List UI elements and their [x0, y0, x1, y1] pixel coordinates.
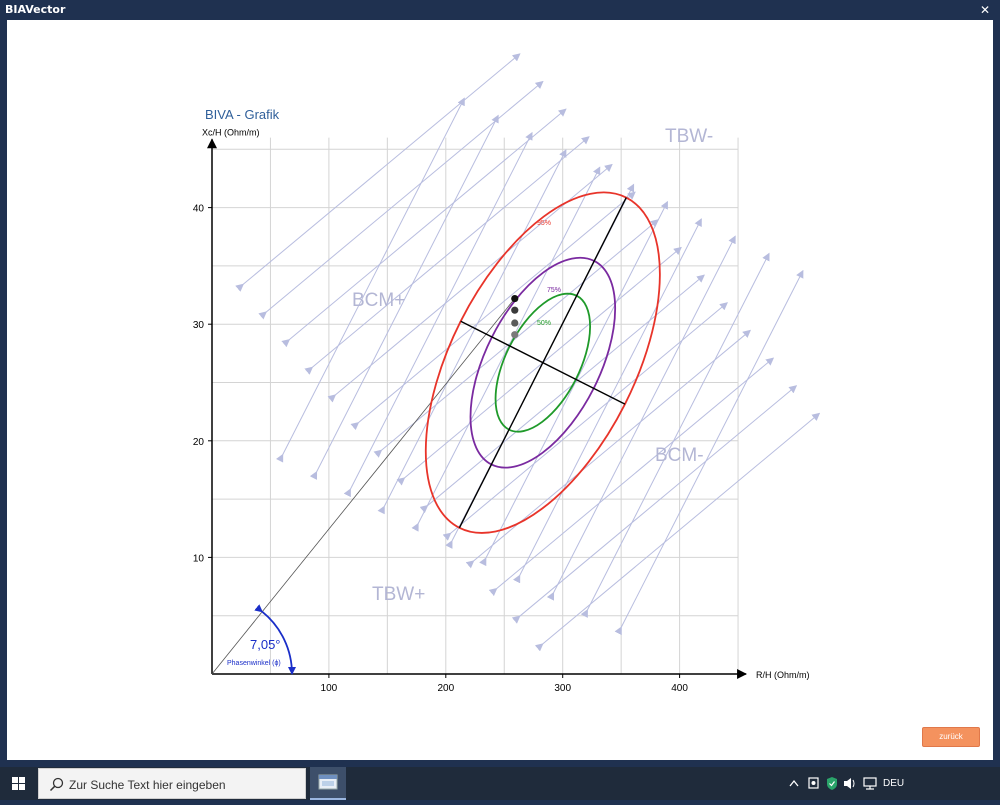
windows-start-button[interactable]	[0, 767, 36, 800]
x-tick-label: 100	[321, 683, 338, 694]
search-icon	[49, 777, 64, 792]
title-bar: BIAVector ✕	[0, 0, 1000, 20]
tbw-field-arrow	[275, 97, 465, 463]
x-tick-label: 300	[554, 683, 571, 694]
y-tick-label: 20	[193, 437, 205, 448]
chevron-up-icon[interactable]	[787, 767, 801, 800]
tolerance-ellipse-label: 75%	[547, 287, 561, 294]
data-point	[511, 306, 519, 314]
tolerance-ellipse-label: 50%	[537, 320, 551, 327]
windows-logo-icon	[12, 777, 25, 790]
x-tick-label: 200	[437, 683, 454, 694]
x-axis-label: R/H (Ohm/m)	[756, 670, 810, 680]
bcm-field-arrow	[235, 53, 521, 292]
quadrant-label: BCM-	[655, 445, 704, 466]
tolerance-ellipse-label: 95%	[537, 220, 551, 227]
quadrant-label: BCM+	[352, 290, 405, 311]
taskbar-app-biavector[interactable]	[310, 767, 346, 800]
data-point	[511, 331, 519, 339]
bcm-field-arrow	[373, 219, 659, 458]
quadrant-label: TBW+	[372, 584, 425, 605]
back-button[interactable]: zurück	[922, 727, 980, 747]
chart-title: BIVA - Grafik	[205, 107, 280, 122]
data-point	[511, 319, 519, 327]
bcm-field-arrow	[304, 136, 590, 375]
biva-chart: 100 200 300 400 10 20 30 40 Xc/H (Ohm/m) R/H (Ohm…	[193, 53, 821, 694]
phase-angle-line	[211, 298, 516, 675]
security-shield-icon[interactable]	[825, 767, 839, 800]
bcm-field-arrow	[281, 108, 567, 348]
search-placeholder: Zur Suche Text hier eingeben	[69, 778, 226, 792]
y-tick-label: 40	[193, 204, 205, 215]
phase-angle-label: Phasenwinkel (ϕ)	[227, 660, 281, 667]
bcm-field-arrow	[465, 329, 752, 569]
bcm-field-arrow	[327, 163, 613, 403]
bcm-field-arrow	[488, 357, 775, 597]
window-content: 100 200 300 400 10 20 30 40 Xc/H (Ohm/m) R/H (Ohm…	[7, 20, 993, 760]
language-indicator[interactable]: DEU	[883, 767, 904, 800]
window-title: BIAVector	[5, 3, 66, 16]
quadrant-label: TBW-	[665, 126, 713, 147]
bcm-field-arrow	[419, 274, 705, 514]
bcm-field-arrow	[511, 385, 798, 624]
data-point	[511, 294, 519, 303]
phase-angle-value: 7,05°	[250, 637, 281, 652]
volume-icon[interactable]	[842, 767, 858, 800]
tbw-field-arrow	[546, 235, 736, 601]
x-tick-label: 400	[671, 683, 688, 694]
network-icon[interactable]	[861, 767, 879, 800]
app-window-icon	[318, 774, 338, 790]
y-tick-label: 30	[193, 320, 205, 331]
taskbar: Zur Suche Text hier eingeben DEU	[0, 767, 1000, 800]
close-button[interactable]: ✕	[970, 0, 1000, 20]
meet-now-icon[interactable]	[806, 767, 822, 800]
taskbar-search[interactable]: Zur Suche Text hier eingeben	[38, 768, 306, 799]
y-axis-label: Xc/H (Ohm/m)	[202, 127, 260, 137]
y-tick-label: 10	[193, 553, 205, 564]
